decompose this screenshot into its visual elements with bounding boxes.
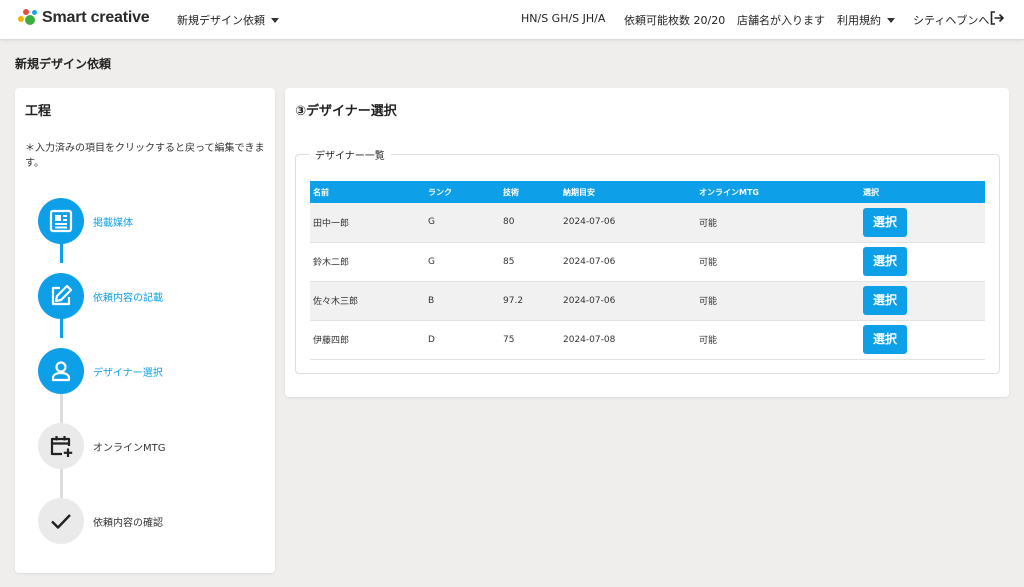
step-label: デザイナー選択: [93, 368, 163, 379]
step-label: 依頼内容の記載: [93, 293, 163, 304]
process-note: ＊入力済みの項目をクリックすると戻って編集できます。: [25, 143, 265, 169]
column-header-mtg: オンラインMTG: [696, 181, 860, 203]
logout-icon[interactable]: [989, 10, 1005, 26]
step-confirm: 依頼内容の確認: [38, 498, 278, 544]
step-label: 依頼内容の確認: [93, 518, 163, 529]
table-header-row: 名前 ランク 技術 納期目安 オンラインMTG 選択: [310, 181, 985, 203]
newspaper-icon: [49, 209, 73, 233]
request-codes: HN/S GH/S JH/A: [521, 12, 606, 25]
designer-mtg: 可能: [696, 281, 860, 321]
table-row: 鈴木二郎 G 85 2024-07-06 可能 選択: [310, 242, 985, 282]
designer-name: 佐々木三郎: [310, 281, 425, 321]
designer-skill: 97.2: [500, 281, 560, 321]
step-request-details[interactable]: 依頼内容の記載: [38, 273, 278, 319]
designer-rank: B: [425, 281, 500, 321]
designer-rank: G: [425, 203, 500, 243]
table-row: 田中一郎 G 80 2024-07-06 可能 選択: [310, 203, 985, 243]
step-circle: [38, 498, 84, 544]
designer-table: 名前 ランク 技術 納期目安 オンラインMTG 選択 田中一郎 G 80 202…: [310, 181, 985, 360]
terms-menu[interactable]: 利用規約: [837, 12, 895, 28]
process-panel: 工程 ＊入力済みの項目をクリックすると戻って編集できます。 掲載媒体 依頼内容の…: [15, 88, 275, 573]
new-request-menu-label: 新規デザイン依頼: [177, 14, 265, 27]
table-row: 伊藤四郎 D 75 2024-07-08 可能 選択: [310, 320, 985, 360]
column-header-select: 選択: [860, 181, 985, 203]
logo[interactable]: Smart creative: [18, 8, 150, 28]
column-header-name: 名前: [310, 181, 425, 203]
designer-section-title: ③デザイナー選択: [295, 104, 397, 119]
designer-due: 2024-07-08: [560, 320, 696, 360]
terms-menu-label: 利用規約: [837, 14, 881, 27]
designer-skill: 85: [500, 242, 560, 282]
column-header-due: 納期目安: [560, 181, 696, 203]
store-name: 店舗名が入ります: [737, 14, 825, 27]
select-designer-button[interactable]: 選択: [863, 286, 907, 315]
designer-mtg: 可能: [696, 203, 860, 243]
designer-due: 2024-07-06: [560, 242, 696, 282]
step-circle: [38, 198, 84, 244]
designer-due: 2024-07-06: [560, 281, 696, 321]
column-header-skill: 技術: [500, 181, 560, 203]
designer-panel: ③デザイナー選択 デザイナー一覧 名前 ランク 技術 納期目安 オンラインMTG…: [285, 88, 1009, 397]
step-connector: [60, 468, 63, 498]
designer-due: 2024-07-06: [560, 203, 696, 243]
designer-rank: G: [425, 242, 500, 282]
designer-skill: 80: [500, 203, 560, 243]
designer-list-title: デザイナー一覧: [309, 147, 391, 162]
select-designer-button[interactable]: 選択: [863, 247, 907, 276]
person-icon: [51, 361, 71, 382]
designer-rank: D: [425, 320, 500, 360]
designer-mtg: 可能: [696, 320, 860, 360]
table-row: 佐々木三郎 B 97.2 2024-07-06 可能 選択: [310, 281, 985, 321]
edit-icon: [51, 284, 73, 306]
page-title: 新規デザイン依頼: [15, 57, 112, 71]
step-connector: [60, 393, 63, 423]
designer-name: 伊藤四郎: [310, 320, 425, 360]
step-online-mtg: オンラインMTG: [38, 423, 278, 469]
designer-name: 鈴木二郎: [310, 242, 425, 282]
step-label: 掲載媒体: [93, 218, 133, 229]
logo-mark-icon: [18, 8, 38, 28]
select-designer-button[interactable]: 選択: [863, 207, 907, 237]
designer-mtg: 可能: [696, 242, 860, 282]
step-circle: [38, 273, 84, 319]
calendar-plus-icon: [50, 436, 73, 457]
logo-text: Smart creative: [42, 9, 150, 26]
designer-name: 田中一郎: [310, 203, 425, 243]
new-request-menu[interactable]: 新規デザイン依頼: [177, 12, 279, 28]
designer-skill: 75: [500, 320, 560, 360]
select-designer-button[interactable]: 選択: [863, 325, 907, 354]
step-circle: [38, 348, 84, 394]
process-title: 工程: [25, 104, 52, 119]
top-header: Smart creative 新規デザイン依頼 HN/S GH/S JH/A 依…: [0, 0, 1024, 39]
step-media[interactable]: 掲載媒体: [38, 198, 278, 244]
step-designer-select[interactable]: デザイナー選択: [38, 348, 278, 394]
step-label: オンラインMTG: [93, 443, 166, 454]
step-circle: [38, 423, 84, 469]
designer-list-box: デザイナー一覧 名前 ランク 技術 納期目安 オンラインMTG 選択 田中一郎 …: [295, 147, 1000, 374]
available-count: 依頼可能枚数 20/20: [624, 14, 726, 27]
chevron-down-icon: [271, 17, 279, 23]
user-link[interactable]: シティヘブンへ: [913, 12, 989, 28]
check-icon: [51, 514, 71, 529]
column-header-rank: ランク: [425, 181, 500, 203]
chevron-down-icon: [887, 17, 895, 23]
